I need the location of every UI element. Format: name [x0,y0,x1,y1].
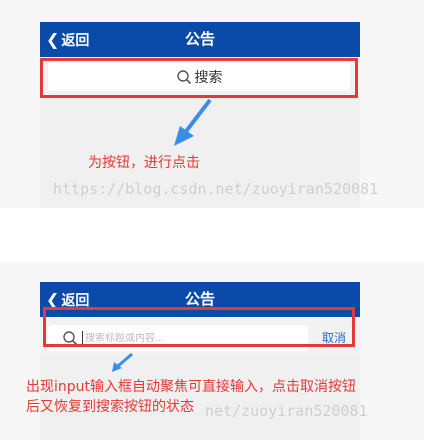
arrow-icon [112,352,133,372]
highlight-box [40,58,358,98]
highlight-box [43,307,355,347]
navbar: ❮ 返回 公告 [40,22,360,57]
annotation-text: 为按钮，进行点击 [88,155,200,171]
arrow-icon [174,98,212,146]
annotation-line-1: 出现input输入框自动聚焦可直接输入，点击取消按钮 [26,379,357,395]
screenshot-search-button-state: ❮ 返回 公告 搜索 为按钮，进行点击 https://blog.csdn.ne… [0,0,424,208]
page-title: 公告 [184,30,215,48]
annotation-text: 出现input输入框自动聚焦可直接输入，点击取消按钮 后又恢复到搜索按钮的状态 [26,377,416,417]
watermark: https://blog.csdn.net/zuoyiran520081 [53,180,379,198]
screenshot-search-input-state: ❮ 返回 公告 取消 net/zuoyiran520081 出现input输入框… [0,262,424,440]
annotation-line-2: 后又恢复到搜索按钮的状态 [26,399,194,415]
